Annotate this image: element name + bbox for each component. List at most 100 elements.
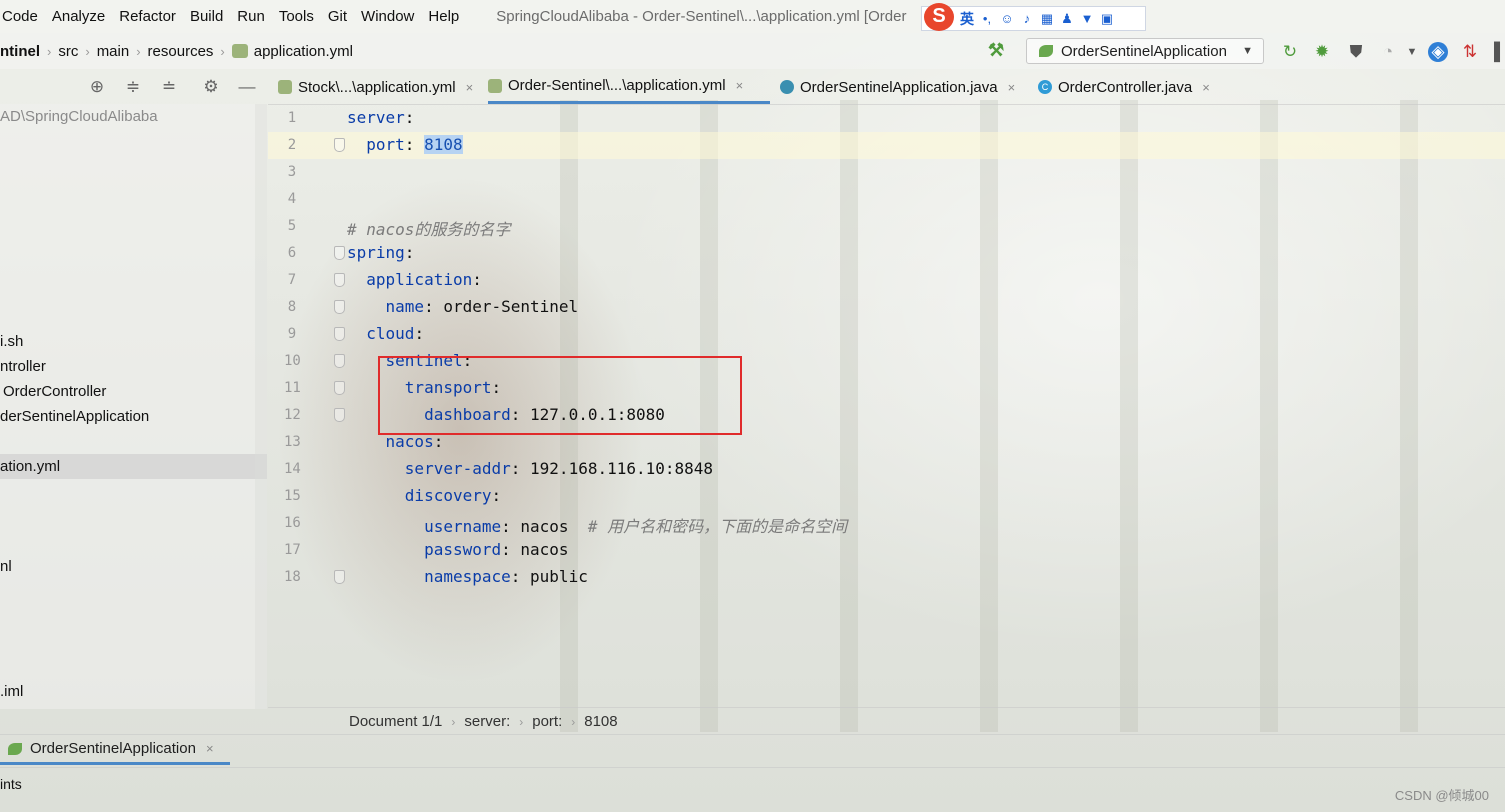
tab-order-controller-java[interactable]: C OrderController.java ×: [1038, 70, 1210, 104]
code-line-17[interactable]: password: nacos: [347, 540, 569, 559]
tree-item-project-root[interactable]: AD\SpringCloudAlibaba: [0, 108, 158, 125]
code-line-14[interactable]: server-addr: 192.168.116.10:8848: [347, 459, 713, 478]
menu-bar: Code Analyze Refactor Build Run Tools Gi…: [0, 0, 1505, 33]
yaml-key: spring: [347, 243, 405, 262]
breadcrumb-resources[interactable]: resources: [148, 43, 214, 60]
run-configuration-label: OrderSentinelApplication: [1061, 42, 1227, 60]
tab-stock-application-yml[interactable]: Stock\...\application.yml ×: [278, 70, 473, 104]
yaml-value: nacos: [520, 540, 569, 559]
run-configuration-selector[interactable]: OrderSentinelApplication ▼: [1026, 38, 1264, 64]
code-line-6[interactable]: spring:: [347, 243, 414, 262]
menu-build[interactable]: Build: [183, 8, 230, 25]
document-indicator[interactable]: Document 1/1: [349, 713, 442, 730]
rerun-icon[interactable]: ↻: [1280, 42, 1300, 62]
user-icon[interactable]: ♟: [1060, 11, 1074, 26]
line-number: 7: [287, 272, 297, 288]
hide-panel-icon[interactable]: —: [237, 77, 257, 97]
breadcrumb-file[interactable]: application.yml: [231, 43, 353, 60]
close-icon[interactable]: ×: [1008, 80, 1016, 95]
window-title: SpringCloudAlibaba - Order-Sentinel\...\…: [496, 8, 907, 25]
code-line-16[interactable]: username: nacos # 用户名和密码，下面的是命名空间: [347, 513, 847, 537]
skin-shirt-icon[interactable]: ▼: [1080, 11, 1094, 26]
java-class-icon: C: [1038, 80, 1052, 94]
menu-run[interactable]: Run: [230, 8, 272, 25]
menu-code[interactable]: Code: [0, 8, 45, 25]
expand-all-icon[interactable]: ≑: [123, 77, 143, 97]
tree-item-application-yml[interactable]: ation.yml: [0, 454, 267, 479]
collapse-all-icon[interactable]: ≐: [159, 77, 179, 97]
tree-item-controller-package[interactable]: ntroller: [0, 358, 46, 375]
line-number: 9: [287, 326, 297, 342]
status-crumb-value[interactable]: 8108: [584, 713, 617, 730]
yaml-key: application: [366, 270, 473, 289]
emoji-icon[interactable]: ☺: [1000, 11, 1014, 26]
yaml-value: public: [530, 567, 588, 586]
code-line-1[interactable]: server:: [347, 108, 414, 127]
status-crumb-server[interactable]: server:: [464, 713, 510, 730]
ime-toolbar: S 英 •, ☺ ♪ ▦ ♟ ▼ ▣: [921, 2, 1146, 31]
tree-item-pom[interactable]: nl: [0, 558, 12, 575]
run-tab-order-sentinel[interactable]: OrderSentinelApplication ×: [0, 735, 230, 765]
close-icon[interactable]: ×: [466, 80, 474, 95]
build-hammer-icon[interactable]: ⚒: [988, 40, 1010, 62]
panel-splitter[interactable]: [255, 104, 267, 709]
spring-boot-icon: [8, 742, 22, 755]
annotation-highlight-box: [378, 356, 742, 435]
close-icon[interactable]: ×: [1202, 80, 1210, 95]
tab-order-sentinel-application-java[interactable]: OrderSentinelApplication.java ×: [780, 70, 1015, 104]
tree-item-script[interactable]: i.sh: [0, 333, 23, 350]
code-line-2[interactable]: port: 8108: [347, 135, 463, 154]
line-number: 3: [287, 164, 297, 180]
sidebar-toggle-icon[interactable]: ▌: [1490, 42, 1505, 62]
profile-icon[interactable]: ◔: [1378, 42, 1398, 62]
menu-git[interactable]: Git: [321, 8, 354, 25]
menu-refactor[interactable]: Refactor: [112, 8, 183, 25]
line-number: 12: [284, 407, 301, 423]
breadcrumb-separator-icon: ›: [451, 714, 456, 729]
microphone-icon[interactable]: ♪: [1020, 11, 1034, 26]
ime-language-toggle[interactable]: 英: [960, 9, 974, 29]
coverage-shield-icon[interactable]: ⛊: [1346, 42, 1366, 62]
tab-label: Order-Sentinel\...\application.yml: [508, 77, 726, 94]
breadcrumb-project[interactable]: ntinel: [0, 43, 40, 60]
menu-analyze[interactable]: Analyze: [45, 8, 112, 25]
toolbox-grid-icon[interactable]: ▣: [1100, 11, 1114, 26]
code-line-8[interactable]: name: order-Sentinel: [347, 297, 579, 316]
locate-target-icon[interactable]: ⊕: [87, 77, 107, 97]
tab-order-sentinel-application-yml[interactable]: Order-Sentinel\...\application.yml ×: [488, 70, 770, 104]
debug-bug-icon[interactable]: ✹: [1312, 42, 1332, 62]
menu-tools[interactable]: Tools: [272, 8, 321, 25]
close-icon[interactable]: ×: [206, 741, 214, 756]
tree-item-application-class[interactable]: derSentinelApplication: [0, 408, 149, 425]
tree-item-order-controller[interactable]: OrderController: [3, 383, 106, 400]
tab-label: Stock\...\application.yml: [298, 78, 456, 96]
yaml-value: 192.168.116.10:8848: [530, 459, 714, 478]
breadcrumb-main[interactable]: main: [97, 43, 130, 60]
plugin-icon[interactable]: ⇅: [1460, 42, 1480, 62]
yaml-comment: # 用户名和密码，下面的是命名空间: [587, 517, 848, 536]
keyboard-icon[interactable]: ▦: [1040, 11, 1054, 26]
editor-breadcrumb-bar: Document 1/1 › server: › port: › 8108: [268, 707, 1505, 735]
yaml-key: server-addr: [404, 459, 511, 478]
breadcrumb-src[interactable]: src: [58, 43, 78, 60]
gear-icon[interactable]: ⚙: [201, 77, 221, 97]
chevron-down-icon: ▼: [1242, 45, 1253, 57]
sogou-logo-icon[interactable]: S: [924, 2, 954, 31]
menu-window[interactable]: Window: [354, 8, 421, 25]
code-line-9[interactable]: cloud:: [347, 324, 424, 343]
status-crumb-port[interactable]: port:: [532, 713, 562, 730]
code-line-18[interactable]: namespace: public: [347, 567, 588, 586]
tree-item-iml[interactable]: .iml: [0, 683, 23, 700]
line-number: 17: [284, 542, 301, 558]
code-line-15[interactable]: discovery:: [347, 486, 501, 505]
line-number: 6: [287, 245, 297, 261]
more-run-options-icon[interactable]: ▼: [1402, 42, 1422, 62]
run-panel-subtab[interactable]: ints: [0, 776, 22, 792]
ime-punctuation-icon[interactable]: •,: [980, 11, 994, 26]
code-line-5[interactable]: # nacos的服务的名字: [347, 216, 510, 240]
close-icon[interactable]: ×: [736, 78, 744, 93]
yaml-value: nacos: [520, 517, 569, 536]
code-line-7[interactable]: application:: [347, 270, 482, 289]
browser-compass-icon[interactable]: ◈: [1428, 42, 1448, 62]
menu-help[interactable]: Help: [421, 8, 466, 25]
